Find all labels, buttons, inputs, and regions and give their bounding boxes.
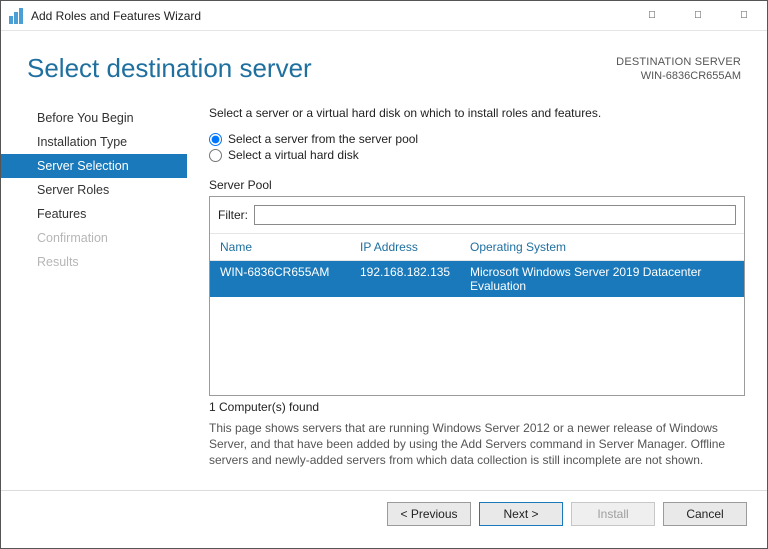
radio-server-pool-input[interactable] bbox=[209, 133, 222, 146]
nav-server-selection[interactable]: Server Selection bbox=[1, 154, 187, 178]
col-header-name[interactable]: Name bbox=[220, 240, 360, 254]
nav-installation-type[interactable]: Installation Type bbox=[1, 130, 187, 154]
radio-vhd[interactable]: Select a virtual hard disk bbox=[209, 148, 745, 162]
filter-input[interactable] bbox=[254, 205, 736, 225]
next-button[interactable]: Next > bbox=[479, 502, 563, 526]
wizard-nav: Before You Begin Installation Type Serve… bbox=[1, 100, 187, 490]
filter-label: Filter: bbox=[218, 208, 248, 222]
destination-block: DESTINATION SERVER WIN-6836CR655AM bbox=[616, 53, 741, 84]
maximize-button[interactable]:  bbox=[675, 1, 721, 31]
destination-value: WIN-6836CR655AM bbox=[616, 69, 741, 83]
server-row[interactable]: WIN-6836CR655AM 192.168.182.135 Microsof… bbox=[210, 261, 744, 297]
server-row-ip: 192.168.182.135 bbox=[360, 265, 470, 293]
nav-before-you-begin[interactable]: Before You Begin bbox=[1, 106, 187, 130]
cancel-button[interactable]: Cancel bbox=[663, 502, 747, 526]
computer-count: 1 Computer(s) found bbox=[209, 400, 745, 414]
page-header: Select destination server DESTINATION SE… bbox=[1, 31, 767, 100]
install-button: Install bbox=[571, 502, 655, 526]
page-note: This page shows servers that are running… bbox=[209, 420, 745, 469]
previous-button[interactable]: < Previous bbox=[387, 502, 471, 526]
close-button[interactable]:  bbox=[721, 1, 767, 31]
radio-vhd-label: Select a virtual hard disk bbox=[228, 148, 359, 162]
server-grid-rows: WIN-6836CR655AM 192.168.182.135 Microsof… bbox=[210, 261, 744, 395]
radio-vhd-input[interactable] bbox=[209, 149, 222, 162]
title-bar: Add Roles and Features Wizard    bbox=[1, 1, 767, 31]
minimize-button[interactable]:  bbox=[629, 1, 675, 31]
col-header-os[interactable]: Operating System bbox=[470, 240, 734, 254]
server-grid-header: Name IP Address Operating System bbox=[210, 234, 744, 261]
instruction-text: Select a server or a virtual hard disk o… bbox=[209, 106, 745, 120]
window-title: Add Roles and Features Wizard bbox=[31, 9, 201, 23]
nav-results: Results bbox=[1, 250, 187, 274]
radio-server-pool[interactable]: Select a server from the server pool bbox=[209, 132, 745, 146]
server-pool-label: Server Pool bbox=[209, 178, 745, 192]
wizard-footer: < Previous Next > Install Cancel bbox=[1, 490, 767, 536]
nav-features[interactable]: Features bbox=[1, 202, 187, 226]
server-row-name: WIN-6836CR655AM bbox=[220, 265, 360, 293]
app-icon bbox=[9, 8, 25, 24]
nav-confirmation: Confirmation bbox=[1, 226, 187, 250]
server-pool-box: Filter: Name IP Address Operating System… bbox=[209, 196, 745, 396]
page-title: Select destination server bbox=[27, 53, 616, 84]
col-header-ip[interactable]: IP Address bbox=[360, 240, 470, 254]
content-pane: Select a server or a virtual hard disk o… bbox=[187, 100, 767, 490]
destination-label: DESTINATION SERVER bbox=[616, 55, 741, 69]
server-row-os: Microsoft Windows Server 2019 Datacenter… bbox=[470, 265, 734, 293]
radio-server-pool-label: Select a server from the server pool bbox=[228, 132, 418, 146]
nav-server-roles[interactable]: Server Roles bbox=[1, 178, 187, 202]
